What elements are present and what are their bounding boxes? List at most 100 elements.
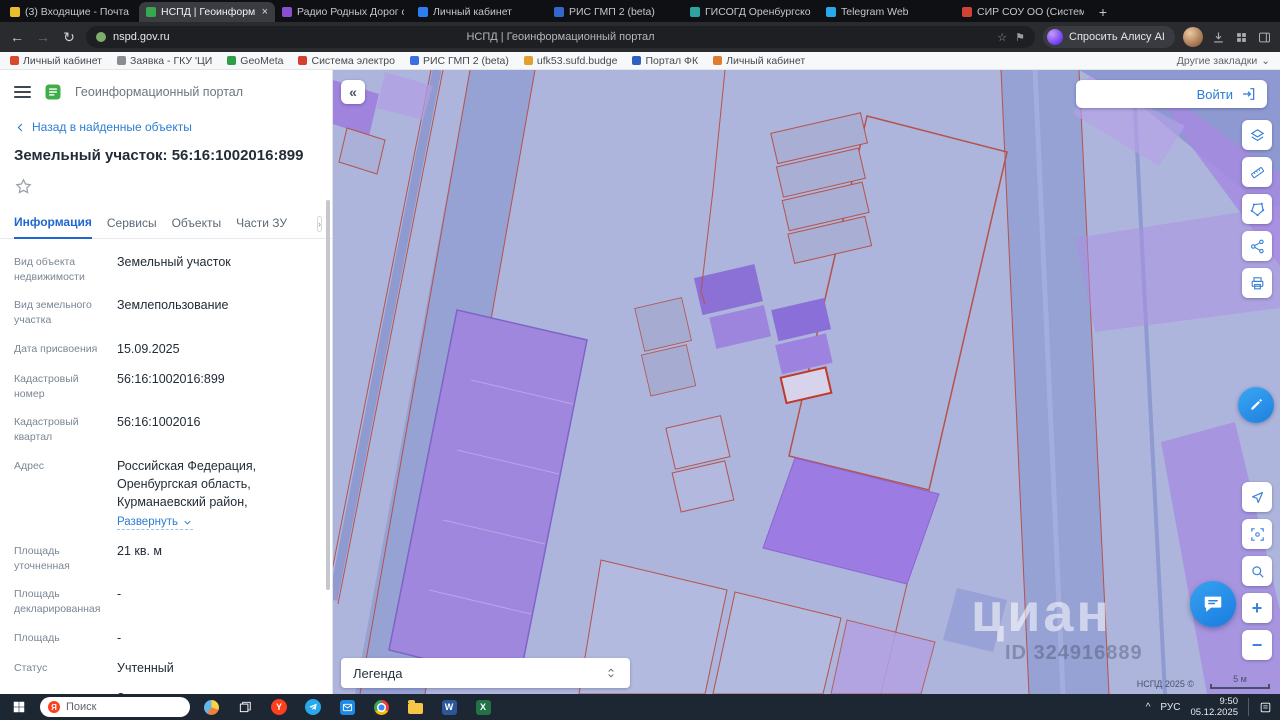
address-bar[interactable]: nspd.gov.ru НСПД | Геоинформационный пор… xyxy=(86,26,1036,48)
excel-icon: X xyxy=(475,699,491,715)
profile-avatar[interactable] xyxy=(1183,27,1203,47)
menu-burger-icon[interactable] xyxy=(14,86,31,98)
bookmark-item[interactable]: Личный кабинет xyxy=(10,55,102,67)
legend-toggle[interactable]: Легенда xyxy=(341,658,630,688)
telegram-icon xyxy=(305,699,321,715)
panel-scrollbar[interactable] xyxy=(326,200,330,590)
alice-icon xyxy=(1047,29,1064,45)
zoom-out-button[interactable]: − xyxy=(1242,630,1272,660)
alice-button[interactable]: Спросить Алису AI xyxy=(1043,26,1175,48)
chrome-button[interactable] xyxy=(368,695,394,719)
reload-icon[interactable]: ↻ xyxy=(60,29,78,46)
yandex-browser-button[interactable]: Y xyxy=(266,695,292,719)
sir-favicon xyxy=(962,7,972,17)
bookmark-item[interactable]: Система электро xyxy=(298,55,395,67)
tabs-overflow-button[interactable]: › xyxy=(317,216,323,232)
field-row: Дата присвоения 15.09.2025 xyxy=(14,341,180,356)
share-button[interactable] xyxy=(1242,231,1272,261)
browser-tab[interactable]: (3) Входящие - Почта M xyxy=(3,2,139,22)
tab-information[interactable]: Информация xyxy=(14,215,92,239)
notifications-icon[interactable] xyxy=(1259,701,1272,714)
area-select-button[interactable] xyxy=(1242,194,1272,224)
new-tab-button[interactable]: + xyxy=(1091,2,1115,22)
browser-tab[interactable]: РИС ГМП 2 (beta) xyxy=(547,2,683,22)
taskbar-clock[interactable]: 9:50 05.12.2025 xyxy=(1190,696,1238,719)
browser-tab[interactable]: Личный кабинет xyxy=(411,2,547,22)
bookmark-item[interactable]: Заявка - ГКУ 'ЦИ xyxy=(117,55,212,67)
browser-tab[interactable]: ГИСОГД Оренбургско xyxy=(683,2,819,22)
downloads-icon[interactable] xyxy=(1211,30,1226,45)
telegram-favicon xyxy=(826,7,836,17)
tab-parts[interactable]: Части ЗУ xyxy=(236,216,287,238)
excel-button[interactable]: X xyxy=(470,695,496,719)
task-view-button[interactable] xyxy=(232,695,258,719)
start-button[interactable] xyxy=(6,695,32,719)
browser-tab[interactable]: Telegram Web xyxy=(819,2,955,22)
widgets-icon xyxy=(203,699,219,715)
bookmark-favicon xyxy=(117,56,126,65)
bookmark-item[interactable]: РИС ГМП 2 (beta) xyxy=(409,55,509,67)
date-text: 05.12.2025 xyxy=(1190,707,1238,718)
extensions-icon[interactable] xyxy=(1234,30,1249,45)
navigation-arrow-icon xyxy=(1251,491,1263,503)
draw-button[interactable] xyxy=(1238,387,1274,423)
sidebar-toggle-icon[interactable] xyxy=(1257,30,1272,45)
ruler-icon xyxy=(1250,166,1264,178)
other-bookmarks-button[interactable]: Другие закладки ⌄ xyxy=(1177,55,1270,67)
mail-app-button[interactable] xyxy=(334,695,360,719)
forward-icon[interactable]: → xyxy=(34,29,52,45)
file-explorer-button[interactable] xyxy=(402,695,428,719)
telegram-button[interactable] xyxy=(300,695,326,719)
print-button[interactable] xyxy=(1242,268,1272,298)
bookmark-star-icon[interactable]: ☆ xyxy=(997,31,1007,44)
polygon-icon xyxy=(1250,202,1264,216)
browser-tab-active[interactable]: НСПД | Геоинформа × xyxy=(139,2,275,22)
browser-tab-bar: (3) Входящие - Почта M НСПД | Геоинформа… xyxy=(0,0,1280,22)
system-tray: ^ РУС 9:50 05.12.2025 xyxy=(1146,696,1274,719)
tab-objects[interactable]: Объекты xyxy=(172,216,222,238)
word-icon: W xyxy=(441,699,457,715)
browser-tab[interactable]: СИР СОУ ОО (Система xyxy=(955,2,1091,22)
bookmark-item[interactable]: ufk53.sufd.budge xyxy=(523,55,617,67)
task-view-icon xyxy=(239,701,251,713)
widgets-button[interactable] xyxy=(198,695,224,719)
chevron-down-icon: ⌄ xyxy=(1261,54,1270,67)
bookmark-favicon xyxy=(298,56,308,65)
taskbar-search[interactable]: Я Поиск xyxy=(40,697,190,717)
tray-expand-icon[interactable]: ^ xyxy=(1146,702,1151,713)
magnifier-icon xyxy=(1251,565,1264,578)
layers-button[interactable] xyxy=(1242,120,1272,150)
bookmark-favicon xyxy=(10,56,19,65)
locate-button[interactable] xyxy=(1242,482,1272,512)
screenshot-button[interactable] xyxy=(1242,519,1272,549)
back-icon[interactable]: ← xyxy=(8,29,26,45)
frame-icon xyxy=(1250,527,1264,541)
expand-address-link[interactable]: Развернуть xyxy=(117,516,193,530)
bookmark-item[interactable]: Портал ФК xyxy=(632,55,698,67)
bookmark-favicon xyxy=(409,56,419,65)
url-text: nspd.gov.ru xyxy=(113,31,170,43)
favorite-star-icon[interactable] xyxy=(14,177,33,196)
back-link[interactable]: Назад в найденные объекты xyxy=(0,110,332,134)
cabinet-favicon xyxy=(418,7,428,17)
chat-support-button[interactable] xyxy=(1190,581,1236,627)
zoom-in-button[interactable]: + xyxy=(1242,593,1272,623)
collections-flag-icon[interactable]: ⚑ xyxy=(1015,31,1025,44)
measure-button[interactable] xyxy=(1242,157,1272,187)
bookmark-item[interactable]: Личный кабинет xyxy=(713,55,805,67)
bookmark-item[interactable]: GeoMeta xyxy=(227,55,283,67)
print-icon xyxy=(1251,276,1263,289)
site-security-icon[interactable] xyxy=(96,32,106,42)
collapse-panel-button[interactable]: « xyxy=(341,80,365,104)
close-tab-icon[interactable]: × xyxy=(260,6,268,18)
word-button[interactable]: W xyxy=(436,695,462,719)
search-area-button[interactable] xyxy=(1242,556,1272,586)
tab-title: СИР СОУ ОО (Система xyxy=(977,6,1084,18)
cadastral-map[interactable]: циан ID 324916889 « Войти + − Легенда НС… xyxy=(333,70,1280,694)
tab-services[interactable]: Сервисы xyxy=(107,216,157,238)
language-indicator[interactable]: РУС xyxy=(1160,702,1180,713)
browser-tab[interactable]: Радио Родных Дорог с xyxy=(275,2,411,22)
login-button[interactable]: Войти xyxy=(1076,80,1267,108)
field-row: Кадастровый квартал 56:16:1002016 xyxy=(14,415,201,443)
field-row: Кадастровый номер 56:16:1002016:899 xyxy=(14,371,225,400)
